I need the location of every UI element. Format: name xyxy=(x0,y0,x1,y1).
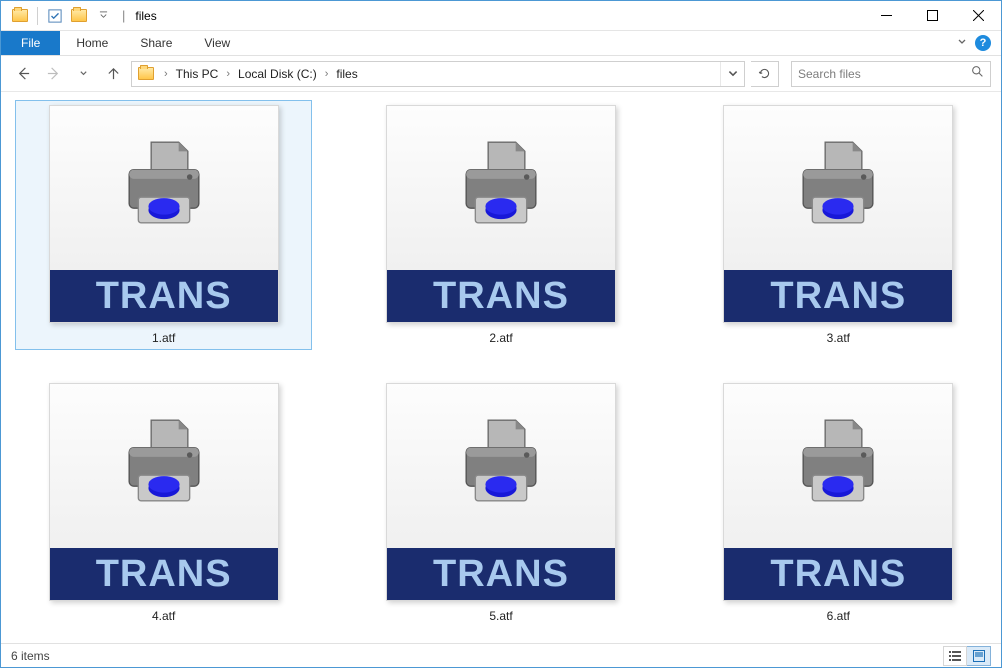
up-button[interactable] xyxy=(101,62,125,86)
titlebar: | files xyxy=(1,1,1001,31)
file-name: 6.atf xyxy=(827,609,850,623)
title-separator: | xyxy=(122,8,125,23)
item-count: 6 items xyxy=(11,649,50,663)
search-input[interactable] xyxy=(798,67,971,81)
printer-icon xyxy=(724,384,952,548)
file-item[interactable]: TRANS 5.atf xyxy=(352,378,649,628)
printer-icon xyxy=(50,106,278,270)
address-dropdown-icon[interactable] xyxy=(720,62,744,86)
search-icon[interactable] xyxy=(971,65,984,83)
file-badge: TRANS xyxy=(724,548,952,600)
printer-icon xyxy=(724,106,952,270)
maximize-button[interactable] xyxy=(909,1,955,31)
file-item[interactable]: TRANS 2.atf xyxy=(352,100,649,350)
minimize-button[interactable] xyxy=(863,1,909,31)
properties-icon[interactable] xyxy=(44,5,66,27)
tab-home[interactable]: Home xyxy=(60,31,124,55)
printer-icon xyxy=(387,384,615,548)
close-button[interactable] xyxy=(955,1,1001,31)
file-badge: TRANS xyxy=(387,548,615,600)
file-item[interactable]: TRANS 4.atf xyxy=(15,378,312,628)
file-badge: TRANS xyxy=(50,548,278,600)
content-pane[interactable]: TRANS 1.atf TRANS 2.atf TRANS 3.atf xyxy=(1,92,1001,643)
breadcrumb-item[interactable]: files xyxy=(332,62,361,86)
thumbnails-view-button[interactable] xyxy=(967,646,991,666)
file-name: 3.atf xyxy=(827,331,850,345)
file-item[interactable]: TRANS 6.atf xyxy=(690,378,987,628)
tab-file[interactable]: File xyxy=(1,31,60,55)
chevron-right-icon[interactable]: › xyxy=(222,68,234,80)
refresh-button[interactable] xyxy=(751,61,779,87)
file-thumbnail: TRANS xyxy=(49,105,279,323)
file-badge: TRANS xyxy=(724,270,952,322)
file-item[interactable]: TRANS 3.atf xyxy=(690,100,987,350)
new-folder-icon[interactable] xyxy=(68,5,90,27)
qat-sep xyxy=(37,7,38,25)
tab-view[interactable]: View xyxy=(188,31,246,55)
ribbon-tabs: File Home Share View ? xyxy=(1,31,1001,56)
file-thumbnail: TRANS xyxy=(49,383,279,601)
printer-icon xyxy=(50,384,278,548)
chevron-right-icon[interactable]: › xyxy=(321,68,333,80)
help-icon[interactable]: ? xyxy=(975,35,991,51)
back-button[interactable] xyxy=(11,62,35,86)
file-item[interactable]: TRANS 1.atf xyxy=(15,100,312,350)
qat-dropdown-icon[interactable] xyxy=(92,5,114,27)
recent-dropdown-icon[interactable] xyxy=(71,62,95,86)
file-thumbnail: TRANS xyxy=(386,105,616,323)
navbar: › This PC › Local Disk (C:) › files xyxy=(1,56,1001,92)
file-thumbnail: TRANS xyxy=(386,383,616,601)
file-badge: TRANS xyxy=(50,270,278,322)
file-thumbnail: TRANS xyxy=(723,383,953,601)
search-box[interactable] xyxy=(791,61,991,87)
tab-share[interactable]: Share xyxy=(124,31,188,55)
details-view-button[interactable] xyxy=(943,646,967,666)
file-name: 5.atf xyxy=(489,609,512,623)
file-badge: TRANS xyxy=(387,270,615,322)
window-title: files xyxy=(135,9,156,23)
forward-button[interactable] xyxy=(41,62,65,86)
address-bar[interactable]: › This PC › Local Disk (C:) › files xyxy=(131,61,745,87)
status-bar: 6 items xyxy=(1,643,1001,667)
file-name: 4.atf xyxy=(152,609,175,623)
folder-icon xyxy=(132,67,160,80)
app-folder-icon[interactable] xyxy=(9,5,31,27)
printer-icon xyxy=(387,106,615,270)
collapse-ribbon-icon[interactable] xyxy=(957,34,967,52)
file-name: 1.atf xyxy=(152,331,175,345)
breadcrumb-item[interactable]: This PC xyxy=(172,62,223,86)
chevron-right-icon[interactable]: › xyxy=(160,68,172,80)
file-thumbnail: TRANS xyxy=(723,105,953,323)
breadcrumb-item[interactable]: Local Disk (C:) xyxy=(234,62,321,86)
file-name: 2.atf xyxy=(489,331,512,345)
